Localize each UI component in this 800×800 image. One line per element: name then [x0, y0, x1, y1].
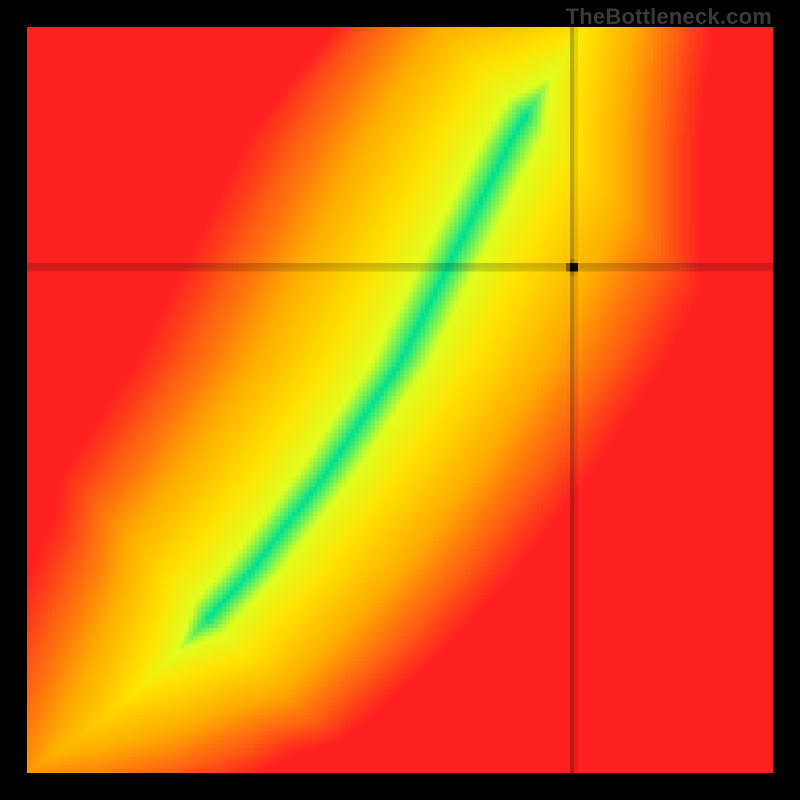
watermark-text: TheBottleneck.com — [566, 4, 772, 30]
chart-frame: TheBottleneck.com — [0, 0, 800, 800]
bottleneck-heatmap — [27, 27, 773, 773]
